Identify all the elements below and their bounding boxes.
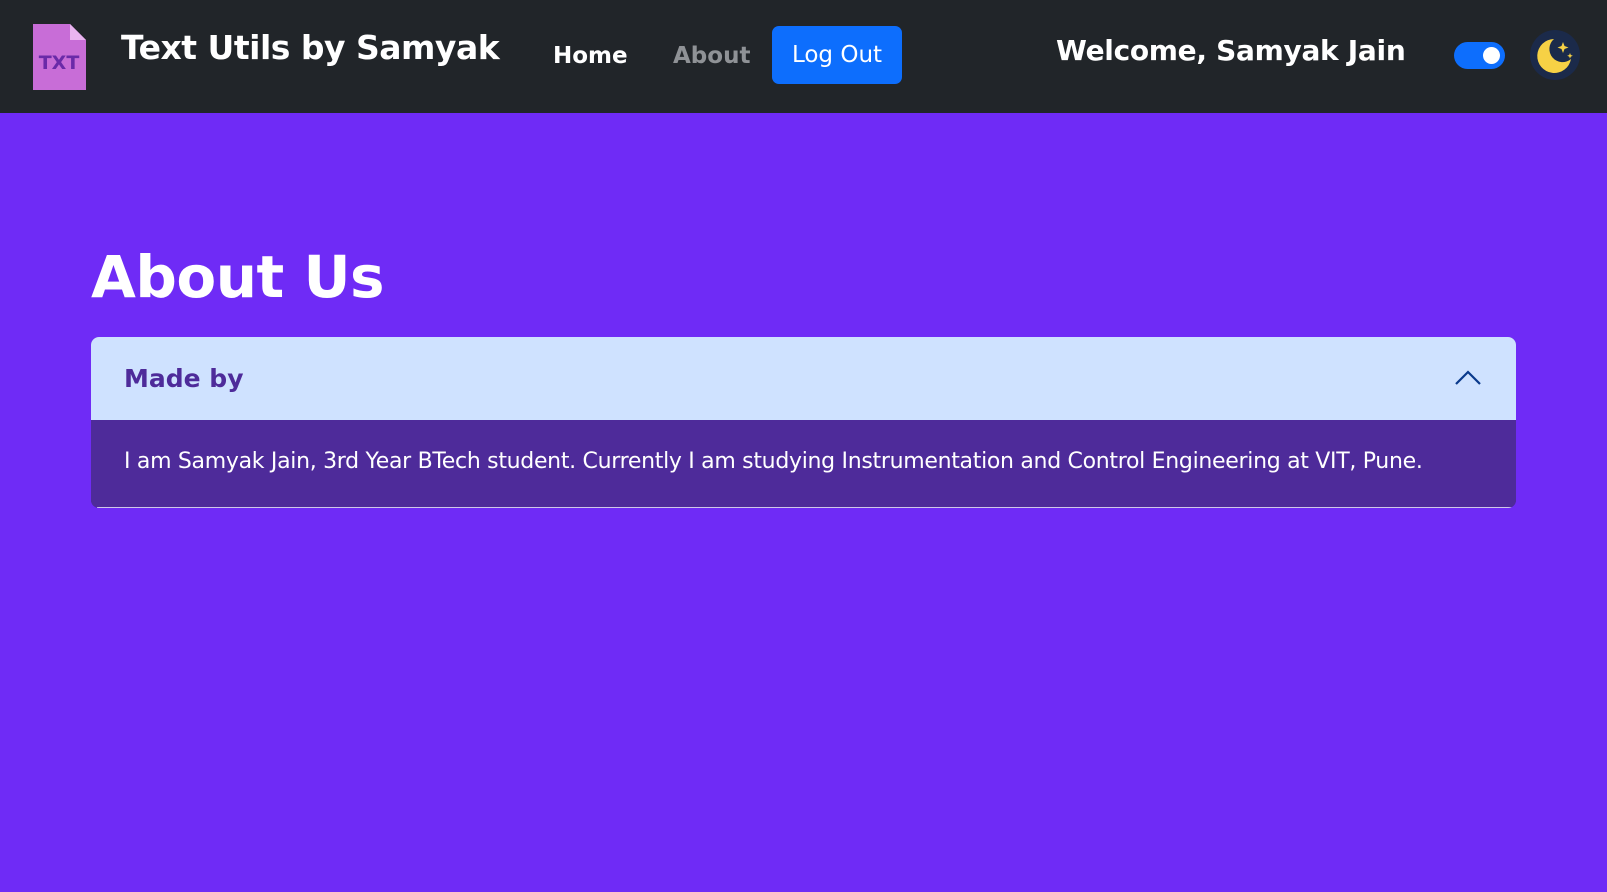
accordion-header-label: Made by [124,364,244,393]
accordion-body-text: I am Samyak Jain, 3rd Year BTech student… [124,449,1423,474]
txt-file-logo[interactable]: TXT [33,24,86,90]
accordion-divider [97,507,1516,508]
brand-title[interactable]: Text Utils by Samyak [121,28,500,67]
accordion-body: I am Samyak Jain, 3rd Year BTech student… [91,420,1516,508]
nav-link-home[interactable]: Home [553,43,628,69]
accordion: Made by I am Samyak Jain, 3rd Year BTech… [91,337,1516,508]
welcome-message: Welcome, Samyak Jain [1056,34,1406,67]
dark-mode-toggle[interactable] [1454,42,1505,69]
navbar: TXT Text Utils by Samyak Home About Log … [0,0,1607,113]
logo-text: TXT [39,52,80,74]
nav-link-about[interactable]: About [673,43,750,69]
page-title: About Us [91,243,385,311]
toggle-knob [1483,47,1500,64]
accordion-header-button[interactable]: Made by [91,337,1516,420]
logout-button[interactable]: Log Out [772,26,902,84]
chevron-up-icon [1455,370,1481,385]
moon-stars-icon[interactable] [1530,30,1580,80]
